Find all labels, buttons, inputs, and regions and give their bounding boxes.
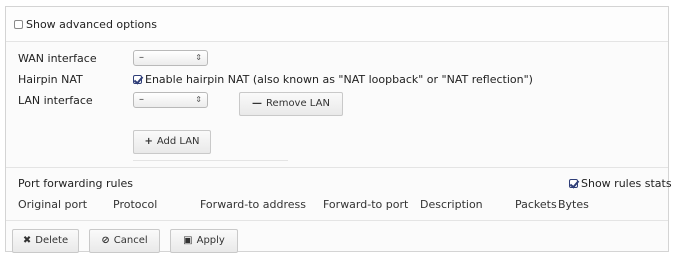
delete-label: Delete <box>35 235 69 246</box>
apply-button[interactable]: ▣ Apply <box>170 229 238 253</box>
column-bytes: Bytes <box>558 198 589 211</box>
footer-divider <box>6 220 668 221</box>
cancel-label: Cancel <box>113 235 148 246</box>
hairpin-nat-checkbox[interactable] <box>133 75 142 84</box>
column-packets: Packets <box>515 198 557 211</box>
apply-label: Apply <box>196 235 225 246</box>
column-protocol: Protocol <box>113 198 158 211</box>
show-advanced-checkbox[interactable] <box>14 20 23 29</box>
remove-lan-button[interactable]: — Remove LAN <box>239 92 343 116</box>
hairpin-nat-label: Hairpin NAT <box>18 73 83 86</box>
hairpin-nat-checkbox-label: Enable hairpin NAT (also known as "NAT l… <box>145 73 533 86</box>
column-forward-to-port: Forward-to port <box>323 198 409 211</box>
save-icon: ▣ <box>183 235 193 246</box>
updown-icon: ⇕ <box>195 53 202 62</box>
delete-button[interactable]: ✖ Delete <box>12 229 79 253</box>
add-lan-button[interactable]: + Add LAN <box>133 130 211 154</box>
minus-icon: — <box>252 98 263 109</box>
port-forwarding-title: Port forwarding rules <box>18 177 134 190</box>
show-advanced-label: Show advanced options <box>26 18 157 31</box>
lan-interface-select[interactable]: – ⇕ <box>133 92 208 108</box>
updown-icon: ⇕ <box>195 95 202 104</box>
show-rules-stats-label: Show rules stats <box>581 177 672 190</box>
show-advanced-toggle[interactable]: Show advanced options <box>14 18 157 31</box>
wan-interface-value: – <box>139 52 144 63</box>
advanced-options-bar: Show advanced options <box>6 7 668 42</box>
column-original-port: Original port <box>18 198 88 211</box>
cancel-button[interactable]: ⊘ Cancel <box>89 229 160 253</box>
show-rules-stats-checkbox[interactable] <box>569 179 578 188</box>
lan-interface-label: LAN interface <box>18 94 93 107</box>
hairpin-nat-toggle[interactable]: Enable hairpin NAT (also known as "NAT l… <box>133 73 533 86</box>
wan-interface-label: WAN interface <box>18 52 97 65</box>
lan-interface-value: – <box>139 94 144 105</box>
add-lan-label: Add LAN <box>156 136 200 147</box>
wan-interface-select[interactable]: – ⇕ <box>133 50 208 66</box>
section-divider <box>133 160 288 161</box>
column-description: Description <box>420 198 483 211</box>
column-forward-to-address: Forward-to address <box>200 198 306 211</box>
section-divider <box>6 167 668 168</box>
ban-icon: ⊘ <box>101 235 110 246</box>
nat-settings-panel: Show advanced options WAN interface – ⇕ … <box>5 6 672 253</box>
show-rules-stats-toggle[interactable]: Show rules stats <box>569 177 672 190</box>
plus-icon: + <box>144 136 153 147</box>
remove-lan-label: Remove LAN <box>266 98 330 109</box>
x-icon: ✖ <box>22 235 32 246</box>
